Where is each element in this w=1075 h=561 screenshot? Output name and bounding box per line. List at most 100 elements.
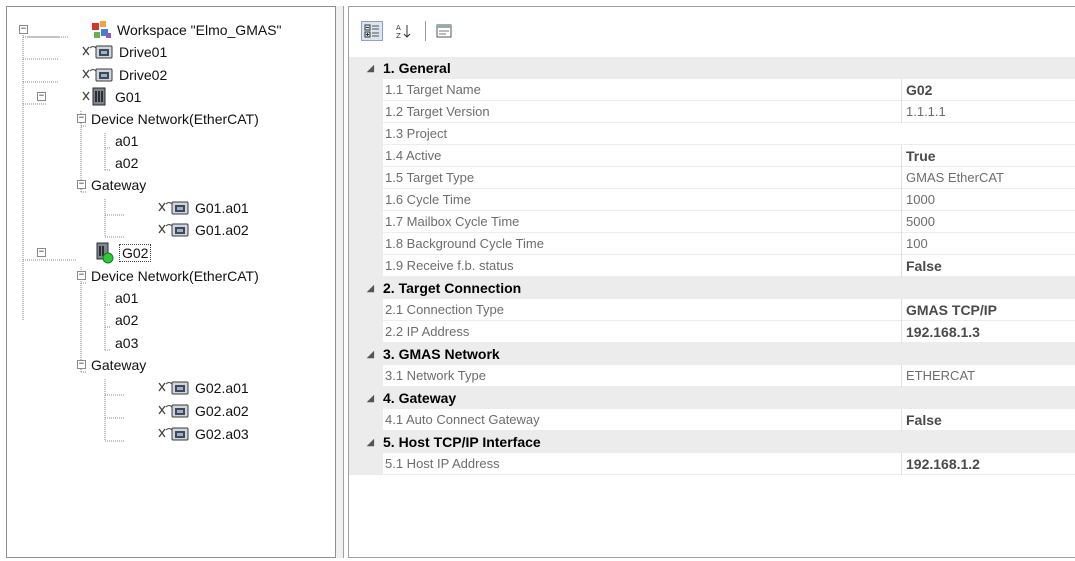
tree-node-g02-a03[interactable]: a03: [115, 331, 138, 353]
tree-node-drive01[interactable]: Drive01: [81, 40, 167, 62]
property-category[interactable]: ◢ 5. Host TCP/IP Interface: [349, 431, 1075, 453]
property-row[interactable]: 1.7 Mailbox Cycle Time 5000: [349, 211, 1075, 233]
property-name: 1.2 Target Version: [385, 104, 490, 119]
categorized-view-button[interactable]: [361, 21, 383, 41]
tree-node-g01-gw[interactable]: Gateway: [91, 173, 146, 195]
row-margin: [349, 167, 383, 189]
tree-node-g02-gw-a01[interactable]: G02.a01: [157, 376, 249, 398]
drive-icon: [158, 201, 189, 215]
collapse-toggle[interactable]: −: [77, 114, 86, 123]
property-category[interactable]: ◢ 2. Target Connection: [349, 277, 1075, 299]
property-value[interactable]: 100: [901, 233, 1075, 255]
tree-node-label: Gateway: [91, 357, 147, 374]
expand-triangle-icon[interactable]: ◢: [367, 343, 374, 365]
tree-node-label: G02.a02: [195, 403, 249, 420]
tree-node-label: G02.a01: [195, 380, 249, 397]
collapse-toggle[interactable]: −: [37, 92, 46, 101]
drive-icon: [158, 404, 189, 418]
tree-node-g02-gw[interactable]: Gateway: [91, 353, 146, 375]
tree-node-g01-a02[interactable]: a02: [115, 151, 138, 173]
property-name: 3.1 Network Type: [385, 368, 486, 383]
property-row[interactable]: 5.1 Host IP Address 192.168.1.2: [349, 453, 1075, 475]
svg-text:A: A: [396, 24, 401, 32]
collapse-toggle[interactable]: −: [37, 248, 46, 257]
row-margin: [349, 255, 383, 277]
tree-node-g01-gw-a01[interactable]: G01.a01: [157, 196, 249, 218]
expand-triangle-icon[interactable]: ◢: [367, 431, 374, 453]
tree-node-g02-devnet[interactable]: Device Network(EtherCAT): [91, 264, 259, 286]
tree-node-label: a01: [115, 290, 139, 307]
tree-node-g01-devnet[interactable]: Device Network(EtherCAT): [91, 107, 259, 129]
sort-az-icon: A Z: [396, 24, 411, 39]
property-row[interactable]: 1.4 Active True: [349, 145, 1075, 167]
property-value[interactable]: 192.168.1.2: [901, 453, 1075, 475]
expand-triangle-icon[interactable]: ◢: [367, 387, 374, 409]
collapse-toggle[interactable]: −: [77, 271, 86, 280]
tree-node-g02[interactable]: G02: [93, 241, 152, 264]
property-value[interactable]: ETHERCAT: [901, 365, 1075, 387]
property-row[interactable]: 1.6 Cycle Time 1000: [349, 189, 1075, 211]
tree-node-g02-a02[interactable]: a02: [115, 308, 138, 330]
property-category[interactable]: ◢ 4. Gateway: [349, 387, 1075, 409]
property-pages-button[interactable]: [433, 21, 455, 41]
row-margin: [349, 79, 383, 101]
property-row[interactable]: 1.2 Target Version 1.1.1.1: [349, 101, 1075, 123]
property-value[interactable]: False: [901, 409, 1075, 431]
property-value[interactable]: True: [901, 145, 1075, 167]
property-name: 1.4 Active: [385, 148, 442, 163]
tree-node-g01-a01[interactable]: a01: [115, 129, 138, 151]
property-name: 1.8 Background Cycle Time: [385, 236, 544, 251]
category-title: 4. Gateway: [383, 390, 457, 406]
drive-icon: [158, 223, 189, 237]
svg-text:Z: Z: [396, 32, 401, 39]
property-row[interactable]: 4.1 Auto Connect Gateway False: [349, 409, 1075, 431]
row-margin: [349, 123, 383, 145]
property-row[interactable]: 1.9 Receive f.b. status False: [349, 255, 1075, 277]
property-row[interactable]: 1.3 Project: [349, 123, 1075, 145]
property-row[interactable]: 2.1 Connection Type GMAS TCP/IP: [349, 299, 1075, 321]
property-row[interactable]: 3.1 Network Type ETHERCAT: [349, 365, 1075, 387]
property-name: 2.2 IP Address: [385, 324, 470, 339]
tree-node-drive02[interactable]: Drive02: [81, 63, 167, 85]
property-row[interactable]: 1.8 Background Cycle Time 100: [349, 233, 1075, 255]
categorized-icon: [364, 24, 379, 38]
tree-node-g01[interactable]: G01: [81, 85, 141, 107]
property-grid-panel: A Z ◢ 1. General 1.1 Target Name G02 1.2 Tar…: [348, 6, 1075, 558]
expand-triangle-icon[interactable]: ◢: [367, 57, 374, 79]
property-value[interactable]: G02: [901, 79, 1075, 101]
collapse-toggle[interactable]: −: [77, 360, 86, 369]
tree-node-workspace[interactable]: Workspace "Elmo_GMAS": [91, 18, 282, 40]
tree-node-g02-a01[interactable]: a01: [115, 286, 138, 308]
tree-node-label: G02: [119, 244, 152, 263]
property-value[interactable]: 1.1.1.1: [901, 101, 1075, 123]
property-category[interactable]: ◢ 1. General: [349, 57, 1075, 79]
tree-node-g02-gw-a03[interactable]: G02.a03: [157, 422, 249, 444]
property-value[interactable]: 1000: [901, 189, 1075, 211]
property-value[interactable]: GMAS TCP/IP: [901, 299, 1075, 321]
panel-splitter[interactable]: [336, 6, 344, 558]
toolbar-separator: [425, 21, 426, 41]
category-title: 2. Target Connection: [383, 280, 522, 296]
tree-node-g02-gw-a02[interactable]: G02.a02: [157, 399, 249, 421]
property-name: 1.7 Mailbox Cycle Time: [385, 214, 520, 229]
property-value[interactable]: False: [901, 255, 1075, 277]
property-name: 5.1 Host IP Address: [385, 456, 500, 471]
expand-triangle-icon[interactable]: ◢: [367, 277, 374, 299]
property-category[interactable]: ◢ 3. GMAS Network: [349, 343, 1075, 365]
property-row[interactable]: 2.2 IP Address 192.168.1.3: [349, 321, 1075, 343]
tree-node-g01-gw-a02[interactable]: G01.a02: [157, 218, 249, 240]
collapse-toggle[interactable]: −: [19, 25, 28, 34]
property-row[interactable]: 1.5 Target Type GMAS EtherCAT: [349, 167, 1075, 189]
property-value[interactable]: 5000: [901, 211, 1075, 233]
tree-node-label: G01.a01: [195, 200, 249, 217]
property-value[interactable]: GMAS EtherCAT: [901, 167, 1075, 189]
property-value[interactable]: 192.168.1.3: [901, 321, 1075, 343]
workspace-tree-panel: Workspace "Elmo_GMAS" − Drive01 Drive02 G01 −…: [6, 6, 336, 558]
workspace-icon: [92, 21, 111, 39]
property-name: 1.9 Receive f.b. status: [385, 258, 514, 273]
property-row[interactable]: 1.1 Target Name G02: [349, 79, 1075, 101]
alphabetical-sort-button[interactable]: A Z: [393, 21, 415, 41]
collapse-toggle[interactable]: −: [77, 180, 86, 189]
tree-node-label: a02: [115, 155, 139, 172]
row-margin: [349, 189, 383, 211]
